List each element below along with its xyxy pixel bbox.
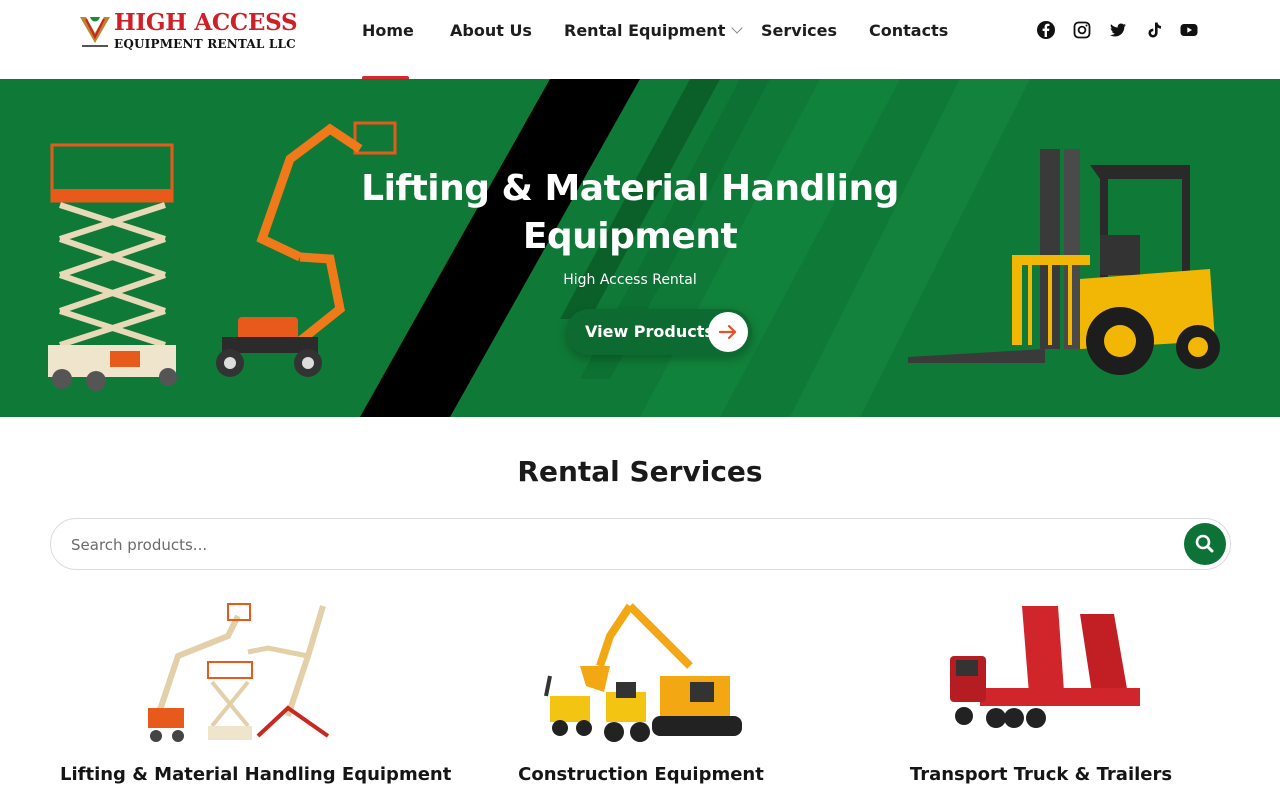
card-image-transport[interactable] bbox=[940, 596, 1150, 752]
site-header: HIGH ACCESS EQUIPMENT RENTAL LLC Home Ab… bbox=[0, 0, 1280, 79]
scissor-lift-image bbox=[48, 143, 177, 391]
tiktok-icon[interactable] bbox=[1144, 20, 1164, 40]
logo-mark-icon bbox=[80, 17, 110, 47]
card-title-transport[interactable]: Transport Truck & Trailers bbox=[880, 764, 1202, 785]
card-title-lifting[interactable]: Lifting & Material Handling Equipment bbox=[60, 764, 451, 785]
search-icon bbox=[1195, 534, 1214, 553]
view-products-label: View Products bbox=[585, 322, 714, 341]
section-title: Rental Services bbox=[517, 455, 763, 488]
card-title-construction[interactable]: Construction Equipment bbox=[480, 764, 802, 785]
facebook-icon[interactable] bbox=[1036, 20, 1056, 40]
search-input[interactable] bbox=[71, 533, 1171, 557]
search-bar bbox=[50, 518, 1231, 570]
nav-home[interactable]: Home bbox=[362, 21, 414, 40]
chevron-down-icon bbox=[731, 22, 744, 34]
twitter-icon[interactable] bbox=[1108, 20, 1128, 40]
logo-name-line2: EQUIPMENT RENTAL LLC bbox=[114, 37, 296, 51]
arrow-right-icon bbox=[708, 312, 748, 352]
hero-banner: Lifting & Material Handling Equipment Hi… bbox=[0, 79, 1280, 417]
card-image-lifting[interactable] bbox=[138, 596, 348, 752]
instagram-icon[interactable] bbox=[1072, 20, 1092, 40]
nav-rental-equipment-label: Rental Equipment bbox=[564, 21, 726, 40]
view-products-button[interactable]: View Products bbox=[566, 309, 752, 355]
hero-title: Lifting & Material Handling Equipment bbox=[361, 168, 899, 257]
logo-name-line1: HIGH ACCESS bbox=[114, 9, 298, 36]
nav-rental-equipment[interactable]: Rental Equipment bbox=[564, 21, 744, 40]
card-image-construction[interactable] bbox=[540, 596, 750, 752]
youtube-icon[interactable] bbox=[1179, 20, 1199, 40]
nav-services[interactable]: Services bbox=[761, 21, 837, 40]
nav-contacts[interactable]: Contacts bbox=[869, 21, 948, 40]
nav-about-us[interactable]: About Us bbox=[450, 21, 532, 40]
search-button[interactable] bbox=[1184, 523, 1226, 565]
hero-subtitle: High Access Rental bbox=[563, 272, 697, 288]
logo[interactable]: HIGH ACCESS EQUIPMENT RENTAL LLC bbox=[78, 9, 298, 53]
